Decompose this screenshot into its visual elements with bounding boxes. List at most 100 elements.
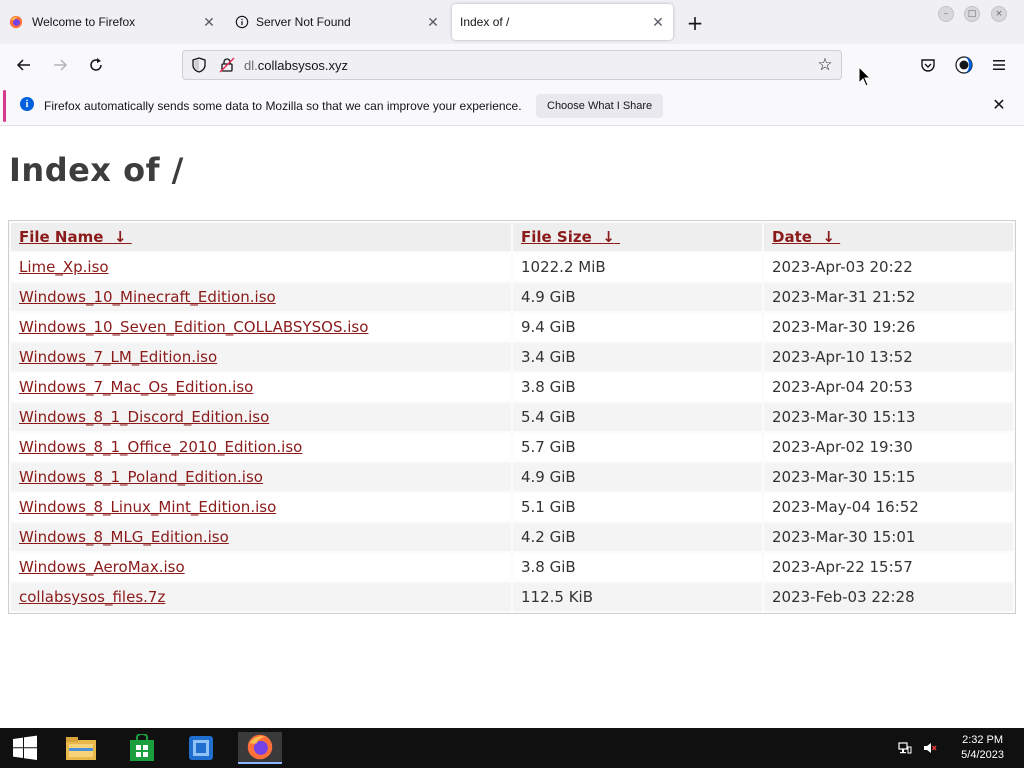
file-link[interactable]: Windows_8_1_Poland_Edition.iso — [19, 468, 263, 486]
file-link[interactable]: Lime_Xp.iso — [19, 258, 109, 276]
file-link[interactable]: Windows_8_1_Discord_Edition.iso — [19, 408, 269, 426]
sort-by-file-name-link[interactable]: File Name ↓ — [19, 228, 132, 246]
file-link[interactable]: Windows_10_Seven_Edition_COLLABSYSOS.iso — [19, 318, 368, 336]
file-explorer-icon[interactable] — [61, 732, 101, 764]
windows-taskbar: 2:32 PM 5/4/2023 — [0, 728, 1024, 768]
file-link[interactable]: collabsysos_files.7z — [19, 588, 165, 606]
account-avatar-icon[interactable] — [953, 54, 975, 76]
reload-icon — [90, 58, 102, 71]
data-collection-notification: i Firefox automatically sends some data … — [0, 86, 1024, 126]
forward-arrow-icon — [54, 59, 68, 71]
file-size-cell: 4.9 GiB — [513, 283, 762, 311]
file-size-cell: 9.4 GiB — [513, 313, 762, 341]
table-row: Windows_8_1_Office_2010_Edition.iso 5.7 G… — [11, 433, 1013, 461]
notification-accent-stripe — [3, 90, 6, 122]
choose-what-i-share-button[interactable]: Choose What I Share — [536, 94, 664, 118]
file-date-cell: 2023-Mar-30 15:13 — [764, 403, 1013, 431]
firefox-icon — [247, 734, 273, 760]
header-label: File Name — [19, 228, 104, 246]
new-tab-button[interactable]: + — [682, 10, 708, 36]
file-name-cell: Windows_10_Seven_Edition_COLLABSYSOS.iso — [11, 313, 511, 341]
hamburger-menu-icon[interactable] — [988, 54, 1010, 76]
file-size-cell: 4.2 GiB — [513, 523, 762, 551]
table-row: Windows_8_MLG_Edition.iso 4.2 GiB 2023-Mar… — [11, 523, 1013, 551]
table-row: Windows_10_Seven_Edition_COLLABSYSOS.iso… — [11, 313, 1013, 341]
tab-close-icon[interactable]: ✕ — [649, 13, 667, 31]
forward-button[interactable] — [47, 52, 73, 78]
url-text[interactable]: dl.collabsysos.xyz — [244, 58, 348, 73]
url-domain: collabsysos.xyz — [257, 58, 349, 73]
network-icon[interactable] — [893, 732, 917, 764]
file-link[interactable]: Windows_10_Minecraft_Edition.iso — [19, 288, 276, 306]
file-date-cell: 2023-May-04 16:52 — [764, 493, 1013, 521]
sort-by-file-size-link[interactable]: File Size ↓ — [521, 228, 620, 246]
info-icon: i — [20, 97, 34, 111]
windows-start-icon[interactable] — [5, 732, 45, 764]
column-header-date: Date ↓ — [764, 223, 1013, 251]
file-listing-table: File Name ↓ File Size ↓ Date ↓ Lime_Xp.i… — [8, 220, 1016, 614]
insecure-lock-icon[interactable] — [219, 57, 235, 73]
file-date-cell: 2023-Feb-03 22:28 — [764, 583, 1013, 611]
table-row: Windows_8_1_Discord_Edition.iso 5.4 GiB 20… — [11, 403, 1013, 431]
file-size-cell: 3.8 GiB — [513, 373, 762, 401]
reload-button[interactable] — [83, 52, 109, 78]
file-name-cell: Windows_10_Minecraft_Edition.iso — [11, 283, 511, 311]
tab-welcome-to-firefox[interactable]: Welcome to Firefox ✕ — [0, 4, 224, 40]
column-header-file-size: File Size ↓ — [513, 223, 762, 251]
file-link[interactable]: Windows_7_LM_Edition.iso — [19, 348, 217, 366]
tab-label: Server Not Found — [256, 15, 351, 29]
minimize-icon[interactable]: – — [938, 6, 954, 22]
tracking-protection-shield-icon[interactable] — [191, 57, 207, 73]
file-size-cell: 3.8 GiB — [513, 553, 762, 581]
file-date-cell: 2023-Apr-04 20:53 — [764, 373, 1013, 401]
firefox-taskbar-icon[interactable] — [238, 732, 282, 764]
url-bar[interactable]: dl.collabsysos.xyz ☆ — [182, 50, 842, 80]
tab-close-icon[interactable]: ✕ — [200, 13, 218, 31]
file-link[interactable]: Windows_AeroMax.iso — [19, 558, 185, 576]
sort-arrow-icon: ↓ — [113, 228, 127, 246]
table-row: Windows_8_Linux_Mint_Edition.iso 5.1 GiB 2… — [11, 493, 1013, 521]
volume-muted-icon[interactable] — [918, 732, 942, 764]
firefox-icon — [9, 15, 23, 29]
file-link[interactable]: Windows_7_Mac_Os_Edition.iso — [19, 378, 253, 396]
sort-arrow-icon: ↓ — [602, 228, 615, 246]
file-link[interactable]: Windows_8_1_Office_2010_Edition.iso — [19, 438, 302, 456]
file-date-cell: 2023-Apr-10 13:52 — [764, 343, 1013, 371]
file-name-cell: Windows_7_Mac_Os_Edition.iso — [11, 373, 511, 401]
clock-date: 5/4/2023 — [961, 749, 1004, 761]
tab-close-icon[interactable]: ✕ — [424, 13, 442, 31]
close-window-icon[interactable]: × — [991, 6, 1007, 22]
file-size-cell: 5.7 GiB — [513, 433, 762, 461]
pocket-icon[interactable] — [917, 54, 939, 76]
header-label: File Size — [521, 228, 592, 246]
tab-server-not-found[interactable]: Server Not Found ✕ — [226, 4, 448, 40]
table-row: Lime_Xp.iso 1022.2 MiB 2023-Apr-03 20:22 — [11, 253, 1013, 281]
sort-by-date-link[interactable]: Date ↓ — [772, 228, 840, 246]
file-name-cell: Windows_8_1_Office_2010_Edition.iso — [11, 433, 511, 461]
back-button[interactable] — [11, 52, 37, 78]
file-size-cell: 5.1 GiB — [513, 493, 762, 521]
table-header-row: File Name ↓ File Size ↓ Date ↓ — [11, 223, 1013, 251]
file-name-cell: collabsysos_files.7z — [11, 583, 511, 611]
file-link[interactable]: Windows_8_MLG_Edition.iso — [19, 528, 229, 546]
store-icon[interactable] — [122, 732, 162, 764]
file-link[interactable]: Windows_8_Linux_Mint_Edition.iso — [19, 498, 276, 516]
sort-arrow-icon: ↓ — [822, 228, 835, 246]
tab-label: Welcome to Firefox — [32, 15, 136, 29]
tab-index-of[interactable]: Index of / ✕ — [452, 4, 673, 40]
file-date-cell: 2023-Mar-31 21:52 — [764, 283, 1013, 311]
file-size-cell: 4.9 GiB — [513, 463, 762, 491]
bookmark-star-icon[interactable]: ☆ — [815, 55, 835, 75]
tab-strip: Welcome to Firefox ✕ Server Not Found ✕ … — [0, 0, 1024, 44]
maximize-icon[interactable]: □ — [964, 6, 980, 22]
file-name-cell: Windows_8_1_Poland_Edition.iso — [11, 463, 511, 491]
table-row: Windows_8_1_Poland_Edition.iso 4.9 GiB 202… — [11, 463, 1013, 491]
system-clock[interactable]: 2:32 PM 5/4/2023 — [961, 733, 1004, 763]
close-icon[interactable]: ✕ — [990, 95, 1008, 114]
file-name-cell: Windows_8_Linux_Mint_Edition.iso — [11, 493, 511, 521]
virtualbox-icon[interactable] — [181, 732, 221, 764]
file-name-cell: Lime_Xp.iso — [11, 253, 511, 281]
back-arrow-icon — [16, 59, 30, 71]
table-row: Windows_7_LM_Edition.iso 3.4 GiB 2023-Apr-… — [11, 343, 1013, 371]
table-row: Windows_7_Mac_Os_Edition.iso 3.8 GiB 2023-… — [11, 373, 1013, 401]
